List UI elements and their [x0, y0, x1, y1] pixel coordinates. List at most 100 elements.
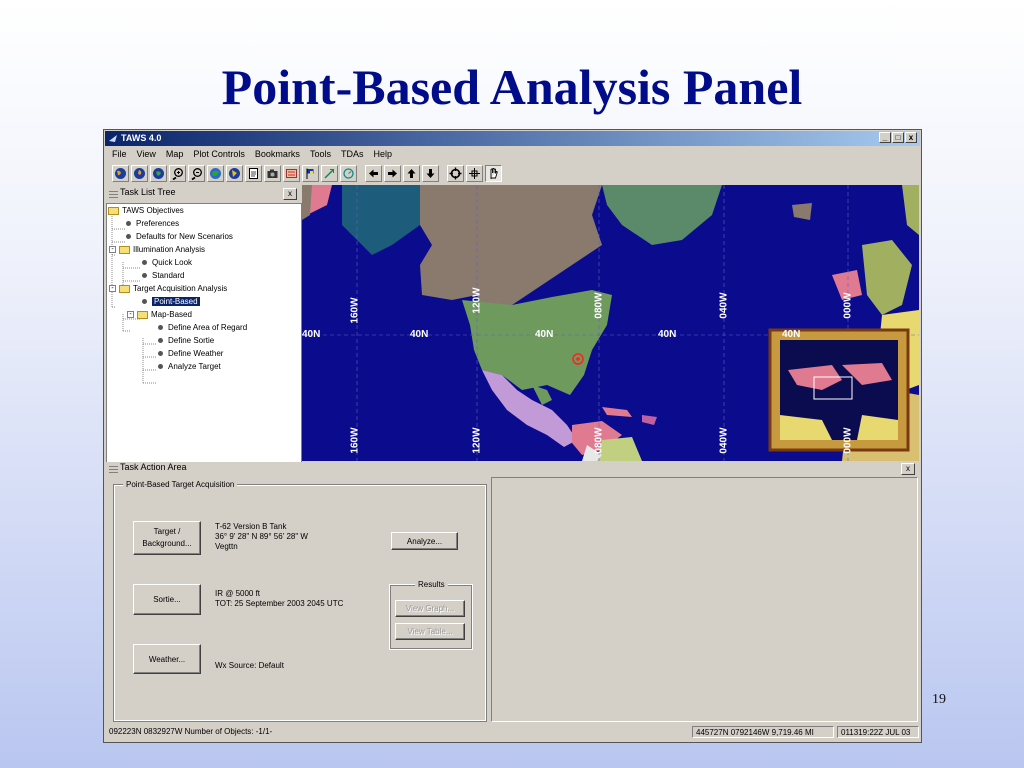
- tree-node-define-weather[interactable]: Define Weather: [156, 349, 223, 358]
- menu-bar: File View Map Plot Controls Bookmarks To…: [112, 149, 392, 161]
- close-window-button[interactable]: x: [905, 132, 917, 143]
- globe-button-3[interactable]: [150, 165, 167, 182]
- zoom-out-icon: [191, 168, 202, 180]
- collapse-icon[interactable]: -: [109, 246, 116, 253]
- map-label-lon-1: 160W: [349, 297, 361, 324]
- pan-right-button[interactable]: [384, 165, 401, 182]
- globe-icon: [153, 168, 164, 179]
- crosshair-button[interactable]: [466, 165, 483, 182]
- bullet-icon: [158, 338, 163, 343]
- menu-file[interactable]: File: [112, 149, 127, 161]
- view-graph-button[interactable]: View Graph...: [395, 600, 465, 617]
- globe-icon: [115, 168, 126, 179]
- tree-node-map-based[interactable]: - Map-Based: [127, 310, 192, 319]
- menu-tools[interactable]: Tools: [310, 149, 331, 161]
- menu-help[interactable]: Help: [373, 149, 392, 161]
- tree-label: Define Sortie: [168, 336, 215, 345]
- folder-icon: [108, 206, 119, 215]
- target-button[interactable]: [447, 165, 464, 182]
- tree-node-point-based[interactable]: Point-Based: [140, 297, 200, 306]
- line-tool-button[interactable]: [321, 165, 338, 182]
- tree-node-preferences[interactable]: Preferences: [124, 219, 179, 228]
- tree-node-define-sortie[interactable]: Define Sortie: [156, 336, 214, 345]
- map-view[interactable]: 40N 40N 40N 40N 40N 160W 120W 080W 040W …: [302, 185, 919, 461]
- flag-button[interactable]: [302, 165, 319, 182]
- bullet-icon: [142, 273, 147, 278]
- bullet-icon: [158, 325, 163, 330]
- map-button[interactable]: [283, 165, 300, 182]
- collapse-icon[interactable]: -: [109, 285, 116, 292]
- overview-inset[interactable]: [768, 328, 910, 452]
- map-label-lat-5: 40N: [782, 329, 801, 340]
- window-title: TAWS 4.0: [121, 133, 162, 143]
- camera-icon: [267, 169, 278, 178]
- tree-node-taws-objectives[interactable]: TAWS Objectives: [108, 206, 184, 215]
- target-background-button[interactable]: Target / Background...: [133, 521, 201, 555]
- camera-button[interactable]: [264, 165, 281, 182]
- grip-handle[interactable]: [109, 189, 118, 198]
- status-bar: 092223N 0832927W Number of Objects: -1/1…: [106, 725, 919, 740]
- tree-label: Target Acquisition Analysis: [133, 284, 228, 293]
- status-left: 092223N 0832927W Number of Objects: -1/1…: [109, 727, 273, 736]
- tree-label: Quick Look: [152, 258, 193, 267]
- menu-bookmarks[interactable]: Bookmarks: [255, 149, 300, 161]
- sortie-tot: TOT: 25 September 2003 2045 UTC: [215, 599, 344, 608]
- tree-node-defaults[interactable]: Defaults for New Scenarios: [124, 232, 233, 241]
- task-action-close-button[interactable]: x: [901, 463, 915, 475]
- map-label-lat-1: 40N: [302, 329, 321, 340]
- menu-tdas[interactable]: TDAs: [341, 149, 364, 161]
- globe-button-5[interactable]: [226, 165, 243, 182]
- map-canvas[interactable]: [302, 185, 919, 461]
- globe-icon: [134, 168, 145, 179]
- task-action-title: Task Action Area: [120, 462, 187, 472]
- map-label-lon-5: 000W: [842, 292, 854, 319]
- arrow-down-icon: [426, 169, 435, 178]
- menu-plot-controls[interactable]: Plot Controls: [193, 149, 245, 161]
- task-list-tree: TAWS Objectives Preferences Defaults for…: [106, 203, 302, 463]
- circle-tool-button[interactable]: [340, 165, 357, 182]
- target-name: T-62 Version B Tank: [215, 522, 287, 531]
- folder-open-icon: [119, 245, 130, 254]
- grip-handle[interactable]: [109, 464, 118, 473]
- pan-left-button[interactable]: [365, 165, 382, 182]
- globe-button-4[interactable]: [207, 165, 224, 182]
- globe-button-2[interactable]: [131, 165, 148, 182]
- tree-node-quick-look[interactable]: Quick Look: [140, 258, 192, 267]
- tree-node-define-area[interactable]: Define Area of Regard: [156, 323, 247, 332]
- sortie-button[interactable]: Sortie...: [133, 584, 201, 615]
- hand-tool-button[interactable]: [485, 165, 502, 182]
- task-list-title: Task List Tree: [120, 187, 176, 197]
- collapse-icon[interactable]: -: [127, 311, 134, 318]
- circle-tool-icon: [343, 168, 354, 179]
- group-label: Point-Based Target Acquisition: [123, 480, 238, 489]
- pan-up-button[interactable]: [403, 165, 420, 182]
- window-titlebar: TAWS 4.0 _ □ x: [105, 131, 920, 146]
- zoom-in-button[interactable]: [169, 165, 186, 182]
- menu-map[interactable]: Map: [166, 149, 184, 161]
- map-label-lon-bottom-2: 120W: [471, 427, 483, 454]
- pan-down-button[interactable]: [422, 165, 439, 182]
- map-label-lon-2: 120W: [471, 287, 483, 314]
- globe-button-1[interactable]: [112, 165, 129, 182]
- map-label-lat-2: 40N: [410, 329, 429, 340]
- weather-button[interactable]: Weather...: [133, 644, 201, 674]
- tree-node-illumination[interactable]: - Illumination Analysis: [109, 245, 205, 254]
- maximize-button[interactable]: □: [892, 132, 904, 143]
- menu-view[interactable]: View: [137, 149, 156, 161]
- map-label-lon-bottom-5: 000W: [842, 427, 854, 454]
- document-button[interactable]: [245, 165, 262, 182]
- view-table-button[interactable]: View Table...: [395, 623, 465, 640]
- tree-node-standard[interactable]: Standard: [140, 271, 184, 280]
- point-based-group: Point-Based Target Acquisition Target / …: [113, 480, 487, 722]
- minimize-button[interactable]: _: [879, 132, 891, 143]
- tree-node-target-acquisition[interactable]: - Target Acquisition Analysis: [109, 284, 227, 293]
- analyze-button[interactable]: Analyze...: [391, 532, 458, 550]
- weather-source: Wx Source: Default: [215, 661, 284, 670]
- target-coordinates: 36° 9' 28" N 89° 56' 28" W: [215, 532, 308, 541]
- hand-icon: [490, 168, 498, 179]
- task-list-close-button[interactable]: x: [283, 188, 297, 200]
- tree-node-analyze-target[interactable]: Analyze Target: [156, 362, 221, 371]
- tree-lines: [111, 216, 157, 384]
- bullet-icon: [126, 221, 131, 226]
- zoom-out-button[interactable]: [188, 165, 205, 182]
